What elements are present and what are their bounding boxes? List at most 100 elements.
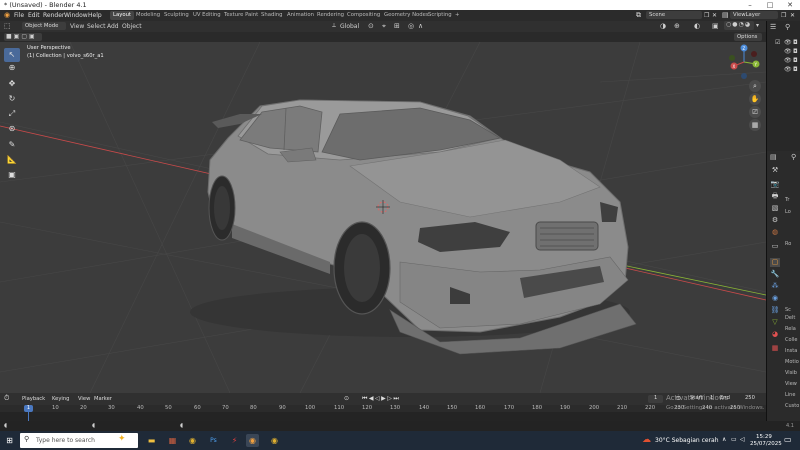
menu-select[interactable]: Select [87,23,106,30]
clock-time[interactable]: 15:29 [756,434,772,440]
physics-properties-icon[interactable]: ◉ [770,294,780,303]
editor-type-icon[interactable]: ⬚ [4,22,11,30]
measure-tool-icon[interactable]: 📐 [4,153,20,167]
taskbar-search-box[interactable]: ⚲ Type here to search ✦ [20,433,138,448]
collection-checkbox-icon[interactable]: ☑ [775,39,780,46]
tab-uv-editing[interactable]: UV Editing [190,11,224,20]
clock-date[interactable]: 25/07/2025 [750,441,782,447]
auto-key-icon[interactable]: ⊙ [344,395,349,402]
volume-icon[interactable]: ◁ [740,436,745,443]
prop-section-collections[interactable]: Colle [785,337,797,343]
weather-text[interactable]: 30°C Sebagian cerah [655,437,719,444]
blender-logo-icon[interactable]: ◉ [4,11,10,19]
navigation-gizmo[interactable]: Z X Y [726,44,762,80]
menu-playback[interactable]: Playback [22,396,45,402]
prop-section-motion[interactable]: Motio [785,359,799,365]
end-frame-field[interactable]: 250 [745,395,755,401]
maximize-button[interactable]: □ [760,0,780,10]
properties-search-icon[interactable]: ⚲ [791,153,796,161]
file-explorer-icon[interactable]: ▬ [145,434,158,447]
render-camera-icon[interactable]: ◘ [793,66,798,73]
photoshop-icon[interactable]: Ps [207,434,220,447]
selection-mode-buttons[interactable]: ■▣▢▣ [4,33,42,41]
view-layer-delete-icon[interactable]: ✕ [790,12,795,19]
outliner-row[interactable]: ☑ 👁 ◘ [767,39,800,48]
menu-edit[interactable]: Edit [28,12,40,19]
move-tool-icon[interactable]: ✥ [4,77,20,91]
mode-selector[interactable]: Object Mode [22,22,66,30]
tab-scripting[interactable]: Scripting [425,11,455,20]
camera-view-icon[interactable]: ⎚ [749,106,761,118]
tab-animation[interactable]: Animation [284,11,317,20]
outliner-row[interactable]: 👁 ◘ [767,48,800,57]
menu-keying[interactable]: Keying [52,396,69,402]
menu-help[interactable]: Help [88,12,102,19]
playhead[interactable]: 1 [24,405,33,412]
rotate-tool-icon[interactable]: ↻ [4,92,20,106]
perspective-toggle-icon[interactable]: ▦ [749,119,761,131]
prop-section-delta[interactable]: Delt [785,315,795,321]
zoom-icon[interactable]: ⌕ [749,80,761,92]
notification-icon[interactable]: ▭ [784,435,792,444]
cursor-tool-icon[interactable]: ⊕ [4,61,20,75]
snap-target-icon[interactable]: ⊞ [394,22,400,30]
pivot-icon[interactable]: ⊙ [368,22,374,30]
view-layer-selector[interactable]: ViewLayer [730,11,778,19]
scene-new-icon[interactable]: ❐ [704,12,709,19]
collection-properties-icon[interactable]: ▭ [770,242,780,251]
object-properties-icon[interactable]: ▢ [770,258,780,267]
falloff-icon[interactable]: ∧ [418,22,423,30]
tab-texture-paint[interactable]: Texture Paint [221,11,261,20]
options-dropdown[interactable]: Options [734,33,762,41]
tab-compositing[interactable]: Compositing [344,11,383,20]
current-frame-field[interactable]: 1 [648,395,664,403]
outliner-row[interactable]: 👁 ◘ [767,57,800,66]
pan-hand-icon[interactable]: ✋ [749,93,761,105]
menu-view[interactable]: View [70,23,84,30]
view-layer-properties-icon[interactable]: ▧ [770,204,780,213]
select-box-tool-icon[interactable]: ↖ [4,48,20,62]
menu-add[interactable]: Add [107,23,119,30]
timeline-editor-icon[interactable]: ⏱ [4,394,9,403]
app-icon[interactable]: ⚡ [228,434,241,447]
scene-properties-icon[interactable]: ⚙ [770,216,780,225]
prop-section-instancing[interactable]: Insta [785,348,797,354]
prop-section-viewport[interactable]: View [785,381,797,387]
render-camera-icon[interactable]: ◘ [793,39,798,46]
menu-window[interactable]: Window [64,12,88,19]
close-button[interactable]: ✕ [780,0,800,10]
menu-file[interactable]: File [14,12,24,19]
add-workspace-button[interactable]: + [452,11,462,20]
menu-render[interactable]: Render [43,12,64,19]
render-properties-icon[interactable]: 📷 [770,180,780,189]
tab-shading[interactable]: Shading [258,11,286,20]
outliner-editor-icon[interactable]: ☰ [770,23,776,31]
blender-taskbar-icon[interactable]: ◉ [246,434,259,447]
world-properties-icon[interactable]: ◍ [770,228,780,237]
material-properties-icon[interactable]: ◕ [770,330,780,339]
scene-delete-icon[interactable]: ✕ [712,12,717,19]
properties-editor-icon[interactable]: ▤ [770,153,777,161]
3d-viewport[interactable]: User Perspective (1) Collection | volvo_… [0,42,766,393]
data-properties-icon[interactable]: ▽ [770,318,780,327]
view-layer-new-icon[interactable]: ❐ [781,12,786,19]
scene-selector[interactable]: Scene [646,11,702,19]
render-camera-icon[interactable]: ◘ [793,48,798,55]
prop-section-custom[interactable]: Custo [785,403,799,409]
visibility-eye-icon[interactable]: 👁 [784,66,792,73]
transform-tool-icon[interactable]: ⊛ [4,122,20,136]
scale-tool-icon[interactable]: ⤢ [4,107,20,121]
menu-marker[interactable]: Marker [94,396,112,402]
menu-view-timeline[interactable]: View [78,396,90,402]
particles-properties-icon[interactable]: ⁂ [770,282,780,291]
visibility-eye-icon[interactable]: 👁 [784,39,792,46]
shading-dropdown-icon[interactable]: ▾ [756,22,759,29]
snap-icon[interactable]: ⌖ [382,22,386,31]
prop-section-visibility[interactable]: Visib [785,370,797,376]
timeline-area[interactable]: 10 20 30 40 50 60 70 80 90 100 110 120 1… [0,405,766,421]
network-icon[interactable]: ▭ [731,436,737,443]
menu-object[interactable]: Object [122,23,142,30]
gizmo-toggle-icon[interactable]: ⊕ [674,22,680,30]
annotate-tool-icon[interactable]: ✎ [4,138,20,152]
render-camera-icon[interactable]: ◘ [793,57,798,64]
